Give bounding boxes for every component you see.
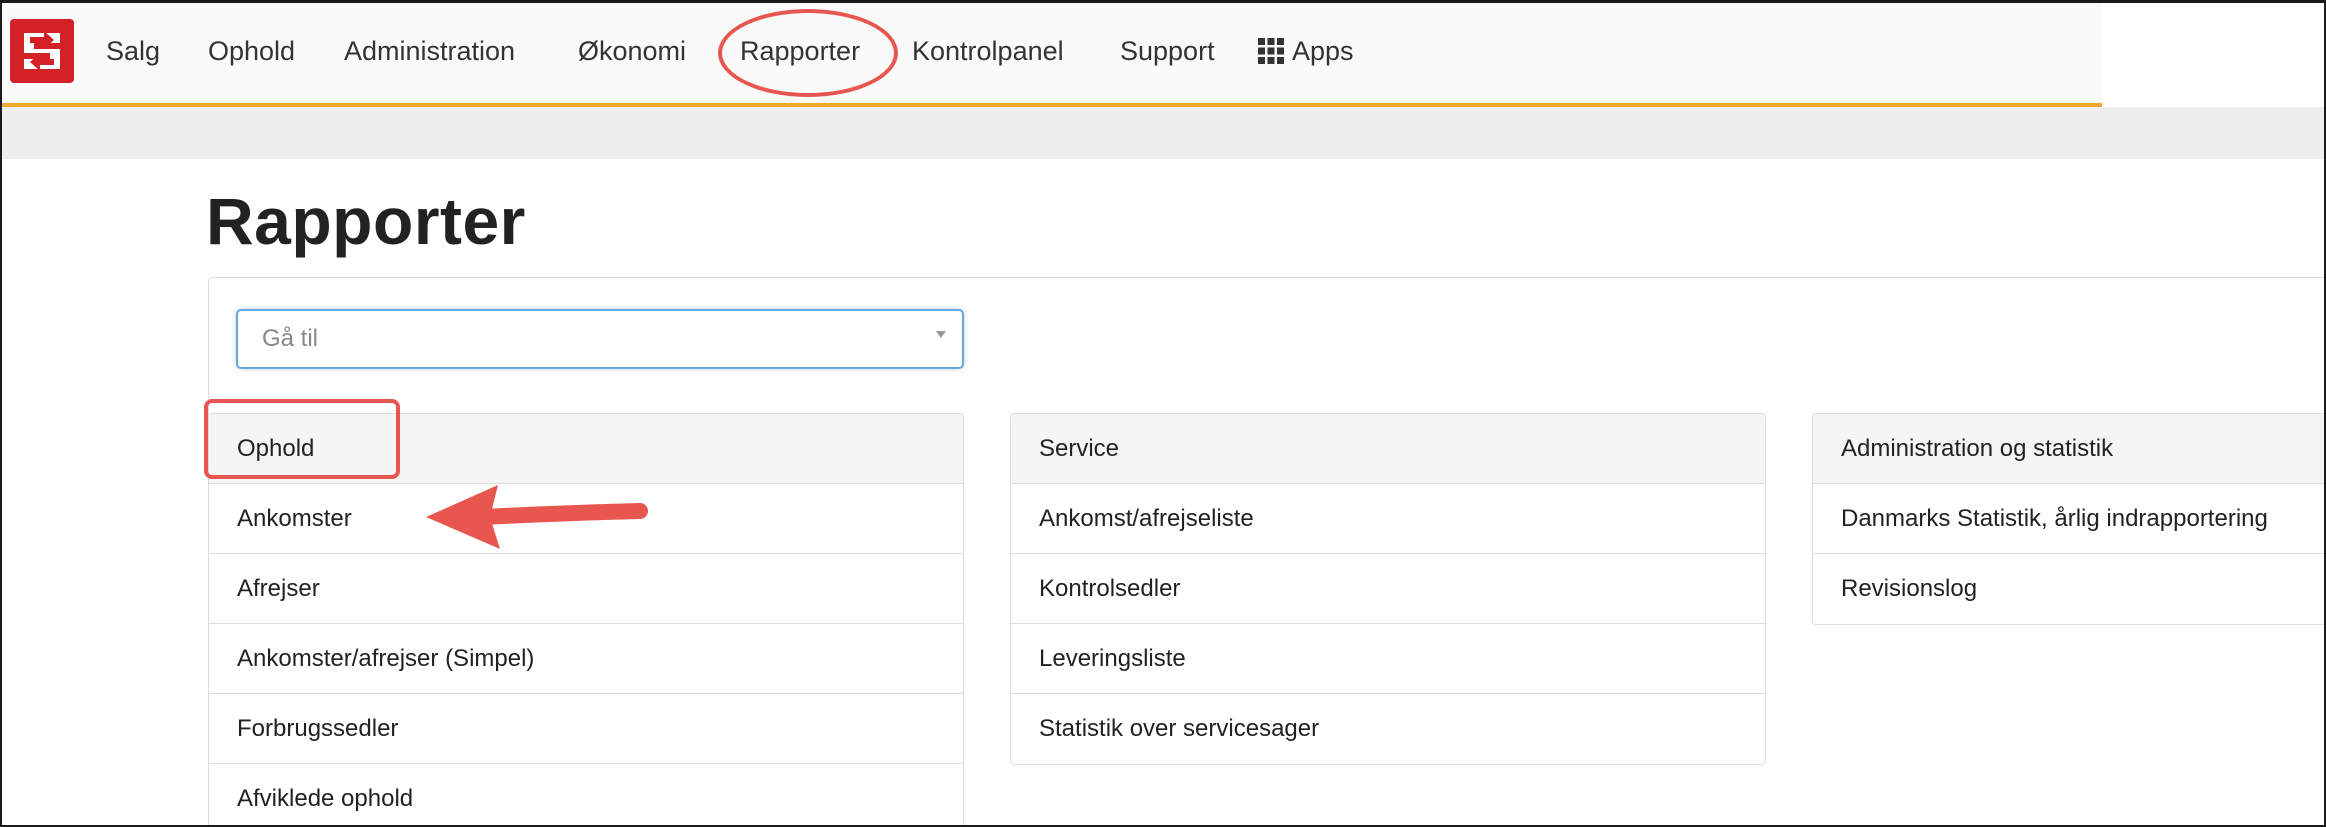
report-link[interactable]: Forbrugssedler — [209, 694, 963, 764]
caret-down-icon — [936, 331, 946, 338]
goto-select[interactable]: Gå til — [236, 309, 964, 369]
report-link[interactable]: Revisionslog — [1813, 554, 2324, 624]
annotation-ellipse — [718, 9, 898, 97]
arrow-left-icon — [426, 485, 648, 549]
report-link[interactable]: Afviklede ophold — [209, 764, 963, 825]
nav-item-administration[interactable]: Administration — [344, 31, 515, 71]
grid-icon — [1258, 38, 1284, 64]
group-header: Administration og statistik — [1813, 414, 2324, 484]
report-link[interactable]: Leveringsliste — [1011, 624, 1765, 694]
nav-item-okonomi[interactable]: Økonomi — [578, 31, 686, 71]
report-link[interactable]: Afrejser — [209, 554, 963, 624]
report-link[interactable]: Statistik over servicesager — [1011, 694, 1765, 764]
subheader-band — [2, 107, 2324, 159]
report-link[interactable]: Ankomst/afrejseliste — [1011, 484, 1765, 554]
report-link[interactable]: Kontrolsedler — [1011, 554, 1765, 624]
app-window: Salg Ophold Administration Økonomi Rappo… — [0, 0, 2326, 827]
page-title: Rapporter — [206, 184, 526, 258]
group-header: Service — [1011, 414, 1765, 484]
nav-item-ophold[interactable]: Ophold — [208, 31, 295, 71]
goto-placeholder: Gå til — [262, 325, 319, 352]
report-link[interactable]: Danmarks Statistik, årlig indrapporterin… — [1813, 484, 2324, 554]
annotation-rectangle — [204, 399, 400, 479]
report-group-administration: Administration og statistik Danmarks Sta… — [1812, 413, 2324, 625]
apps-label: Apps — [1292, 36, 1354, 66]
top-navbar: Salg Ophold Administration Økonomi Rappo… — [2, 3, 2102, 107]
nav-item-apps[interactable]: Apps — [1258, 31, 1354, 71]
logo-icon[interactable] — [10, 19, 74, 83]
nav-item-salg[interactable]: Salg — [106, 31, 160, 71]
nav-item-support[interactable]: Support — [1120, 31, 1215, 71]
report-group-service: Service Ankomst/afrejseliste Kontrolsedl… — [1010, 413, 1766, 765]
nav-item-kontrolpanel[interactable]: Kontrolpanel — [912, 31, 1064, 71]
report-link[interactable]: Ankomster/afrejser (Simpel) — [209, 624, 963, 694]
